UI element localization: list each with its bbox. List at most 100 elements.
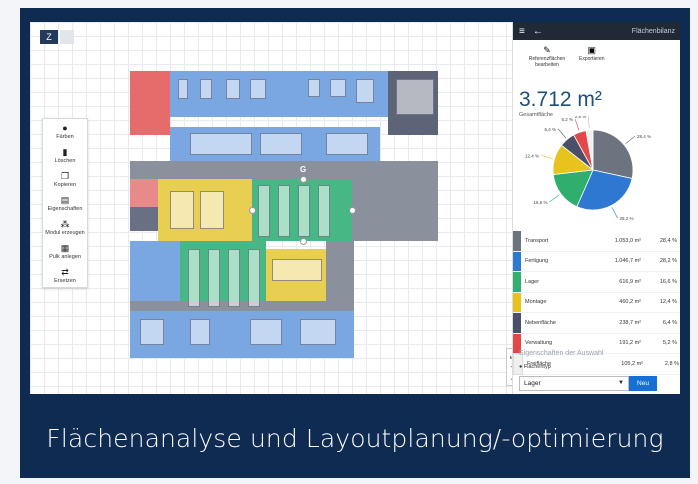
area-percent: 5,2 % <box>662 340 677 347</box>
room-verwaltung-2[interactable] <box>130 179 158 207</box>
new-button[interactable]: Neu <box>629 376 657 391</box>
room-transport-band[interactable] <box>130 161 438 179</box>
area-percent: 28,2 % <box>659 258 677 265</box>
tool-loeschen-button[interactable]: ▮ Löschen <box>43 143 87 167</box>
export-icon: ▣ <box>587 45 597 55</box>
tool-label: Ersetzen <box>54 278 76 284</box>
shelf[interactable] <box>258 185 270 237</box>
machine[interactable] <box>308 79 320 97</box>
pencil-icon: ✎ <box>543 45 551 55</box>
pie-leader-line <box>549 194 560 203</box>
secondary-logo-icon[interactable] <box>60 30 74 44</box>
app-logo[interactable]: Z <box>40 30 58 44</box>
room-verwaltung[interactable] <box>130 71 170 135</box>
action-label: Exportieren <box>579 56 605 62</box>
shelf[interactable] <box>278 185 290 237</box>
selection-handle[interactable] <box>300 238 307 245</box>
replace-icon: ⇄ <box>61 267 69 277</box>
area-percent: 12,4 % <box>659 299 677 306</box>
room-transport-lower[interactable] <box>326 241 354 307</box>
machine[interactable] <box>300 319 336 345</box>
machine[interactable] <box>250 79 266 99</box>
room-nebenflaeche-left[interactable] <box>130 207 158 231</box>
tool-label: Modul erzeugen <box>45 230 85 236</box>
tool-ersetzen-button[interactable]: ⇄ Ersetzen <box>43 263 87 287</box>
table-row[interactable]: Montage 460,2 m² 12,4 % <box>513 292 680 313</box>
area-value: 616,9 m² <box>619 278 641 285</box>
tool-eigenschaften-button[interactable]: ▤ Eigenschaften <box>43 191 87 215</box>
tool-faerben-button[interactable]: ● Färben <box>43 119 87 143</box>
rack[interactable] <box>396 79 434 115</box>
copy-icon: ❐ <box>60 171 70 181</box>
selection-handle[interactable] <box>300 176 307 183</box>
action-label: Referenzflächen bearbeiten <box>528 56 566 68</box>
pie-slice-label: 5,2 % <box>562 117 574 122</box>
color-swatch <box>513 231 521 251</box>
machine[interactable] <box>140 319 164 345</box>
selection-handle[interactable] <box>249 207 256 214</box>
pie-slice-label: 28,4 % <box>637 134 651 139</box>
workbench[interactable] <box>272 259 322 281</box>
pie-leader-line <box>557 128 567 139</box>
machine[interactable] <box>326 133 368 155</box>
machine[interactable] <box>356 79 374 103</box>
table-row[interactable]: Nebenfläche 238,7 m² 6,4 % <box>513 313 680 334</box>
machine[interactable] <box>260 133 302 155</box>
machine[interactable] <box>250 319 282 345</box>
shelf[interactable] <box>228 249 240 307</box>
shelf[interactable] <box>298 185 310 237</box>
export-button[interactable]: ▣ Exportieren <box>579 45 605 68</box>
module-icon: ⁂ <box>60 219 70 229</box>
panel-actions: ✎ Referenzflächen bearbeiten ▣ Exportier… <box>513 40 680 68</box>
menu-icon[interactable]: ≡ <box>519 26 525 37</box>
pie-leader-line <box>587 116 590 129</box>
area-pie-chart: 28,4 % 28,2 % 16,6 % 12,4 % 6,4 % 5,2 %2,8 % <box>525 116 651 221</box>
machine[interactable] <box>190 133 252 155</box>
machine[interactable] <box>330 79 346 97</box>
tool-kopieren-button[interactable]: ❐ Kopieren <box>43 167 87 191</box>
properties-icon: ▤ <box>60 195 70 205</box>
area-value: 1.053,0 m² <box>614 237 641 244</box>
panel-header: ≡ ← Flächenbilanz <box>513 22 680 40</box>
tool-modul-erzeugen-button[interactable]: ⁂ Modul erzeugen <box>43 215 87 239</box>
area-type-name: Montage <box>525 299 547 306</box>
shelf[interactable] <box>318 185 330 237</box>
pie-slice-label: 12,4 % <box>525 153 539 158</box>
shelf[interactable] <box>188 249 200 307</box>
tool-label: Löschen <box>54 158 76 164</box>
room-transport-right[interactable] <box>352 179 438 241</box>
table-row[interactable]: Lager 616,9 m² 16,6 % <box>513 272 680 293</box>
pie-slice-label: 2,8 % <box>575 116 587 119</box>
tool-pulk-anlegen-button[interactable]: ▦ Pulk anlegen <box>43 239 87 263</box>
workbench[interactable] <box>170 191 194 229</box>
tool-label: Färben <box>56 134 74 140</box>
floor-plan[interactable]: G <box>130 71 438 358</box>
machine[interactable] <box>178 79 188 99</box>
color-swatch <box>513 251 521 271</box>
area-value: 238,7 m² <box>619 319 641 326</box>
area-value: 460,2 m² <box>619 299 641 306</box>
area-balance-panel: ≡ ← Flächenbilanz ✎ Referenzflächen bear… <box>512 22 680 394</box>
table-row[interactable]: Transport 1.053,0 m² 28,4 % <box>513 231 680 252</box>
machine[interactable] <box>190 319 210 345</box>
workbench[interactable] <box>200 191 224 229</box>
area-percent: 16,6 % <box>659 278 677 285</box>
bulk-icon: ▦ <box>60 243 70 253</box>
property-label: ● Flächentyp <box>519 364 551 370</box>
color-swatch <box>513 292 521 312</box>
room-fertigung-left[interactable] <box>130 241 180 301</box>
property-label-text: Flächentyp <box>523 364 551 370</box>
machine[interactable] <box>200 79 212 99</box>
panel-title: Flächenbilanz <box>631 27 675 35</box>
shelf[interactable] <box>208 249 220 307</box>
selection-handle[interactable] <box>349 207 356 214</box>
pie-slice-label: 28,2 % <box>620 216 634 221</box>
edit-reference-areas-button[interactable]: ✎ Referenzflächen bearbeiten <box>525 45 569 68</box>
area-percent: 6,4 % <box>662 319 677 326</box>
area-type-select[interactable]: Lager ▼ <box>519 376 629 391</box>
shelf[interactable] <box>248 249 260 307</box>
back-arrow-icon[interactable]: ← <box>533 26 543 37</box>
table-row[interactable]: Fertigung 1.046,7 m² 28,2 % <box>513 251 680 272</box>
room-transport-gap[interactable] <box>130 301 354 311</box>
machine[interactable] <box>226 79 240 99</box>
